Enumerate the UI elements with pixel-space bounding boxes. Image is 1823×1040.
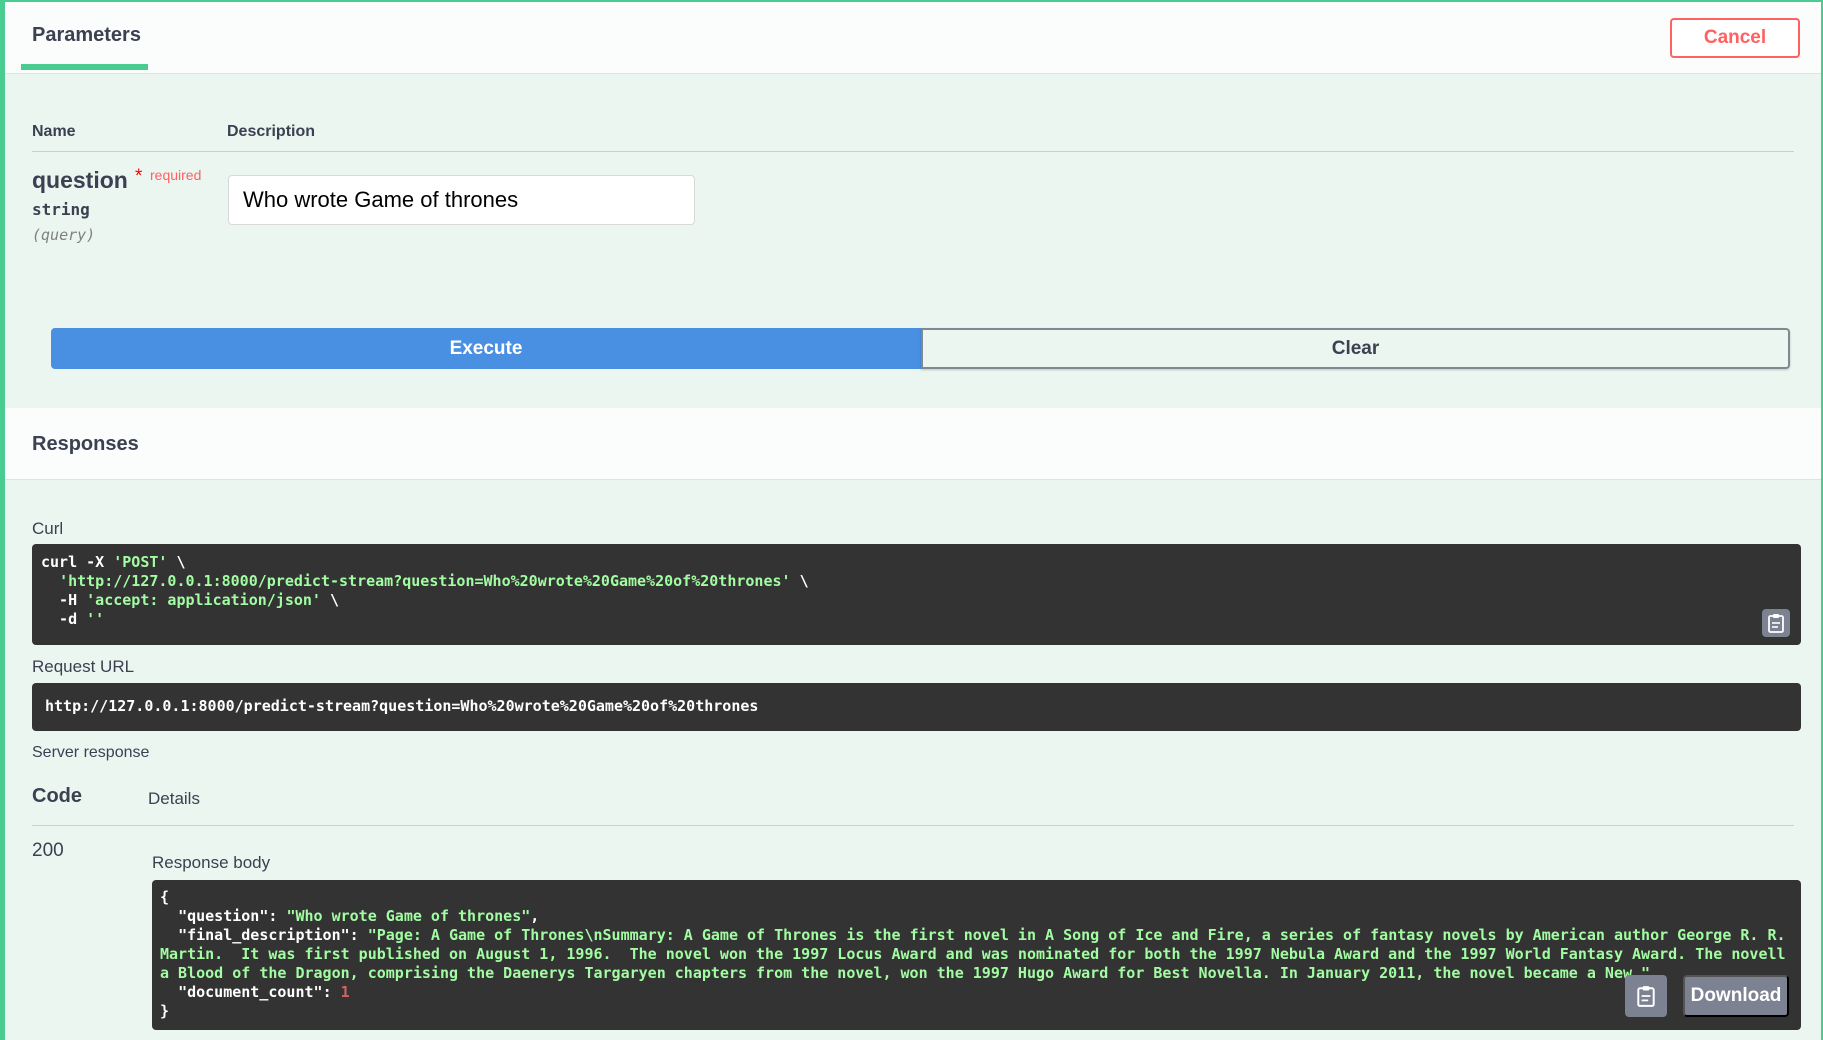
- curl-line-3: -H 'accept: application/json' \: [41, 591, 1792, 610]
- curl-line-2: 'http://127.0.0.1:8000/predict-stream?qu…: [41, 572, 1792, 591]
- execute-button[interactable]: Execute: [51, 328, 921, 369]
- tab-active-indicator: [21, 64, 148, 70]
- json-brace-open: {: [160, 888, 170, 906]
- tab-parameters[interactable]: Parameters: [32, 24, 141, 47]
- json-line-document-count: "document_count": 1: [160, 983, 350, 1001]
- json-line-final-description: "final_description": "Page: A Game of Th…: [160, 926, 1795, 982]
- curl-data-value: '': [86, 610, 105, 628]
- server-response-label: Server response: [32, 744, 150, 761]
- copy-response-button[interactable]: [1625, 975, 1667, 1017]
- json-brace-close: }: [160, 1002, 170, 1020]
- status-code: 200: [32, 840, 64, 861]
- curl-method: 'POST': [113, 553, 168, 571]
- clear-button[interactable]: Clear: [921, 328, 1790, 369]
- clipboard-icon: [1637, 986, 1655, 1007]
- curl-data-flag: -d: [41, 610, 87, 628]
- details-column-header: Details: [148, 789, 200, 808]
- curl-indent: [41, 572, 59, 590]
- response-body-label: Response body: [152, 853, 271, 872]
- curl-line-continuation: \: [320, 591, 340, 609]
- response-body-block[interactable]: { "question": "Who wrote Game of thrones…: [152, 880, 1801, 1030]
- curl-header-flag: -H: [41, 591, 87, 609]
- json-key: "question": [160, 907, 269, 925]
- json-key: "document_count": [160, 983, 323, 1001]
- clipboard-icon: [1768, 614, 1784, 633]
- param-name: question: [32, 167, 128, 193]
- responses-header: Responses: [5, 408, 1821, 480]
- required-label: required: [150, 167, 202, 183]
- required-star: *: [135, 166, 143, 187]
- json-key: "final_description": [160, 926, 350, 944]
- curl-line-continuation: \: [790, 572, 809, 590]
- parameters-header: Parameters Cancel: [5, 2, 1821, 74]
- copy-curl-button[interactable]: [1762, 609, 1790, 637]
- request-url-label: Request URL: [32, 657, 135, 676]
- curl-line-4: -d '': [41, 610, 1792, 629]
- cancel-button[interactable]: Cancel: [1670, 18, 1800, 58]
- request-url-block[interactable]: http://127.0.0.1:8000/predict-stream?que…: [32, 683, 1801, 731]
- curl-cmd-text: curl -X: [41, 553, 114, 571]
- divider: [32, 151, 1794, 152]
- curl-line-1: curl -X 'POST' \: [41, 553, 1792, 572]
- responses-title: Responses: [32, 433, 139, 455]
- curl-line-continuation: \: [167, 553, 186, 571]
- question-input[interactable]: [228, 175, 695, 225]
- json-string-value: "Who wrote Game of thrones": [286, 907, 531, 925]
- curl-header-value: 'accept: application/json': [86, 591, 321, 609]
- json-line-question: "question": "Who wrote Game of thrones",: [160, 907, 540, 925]
- download-button[interactable]: Download: [1683, 975, 1789, 1017]
- divider: [32, 825, 1794, 826]
- curl-code-block[interactable]: curl -X 'POST' \ 'http://127.0.0.1:8000/…: [32, 544, 1801, 645]
- column-header-description: Description: [227, 123, 316, 140]
- code-column-header: Code: [32, 785, 82, 807]
- curl-url: 'http://127.0.0.1:8000/predict-stream?qu…: [59, 572, 791, 590]
- param-type: string: [32, 200, 90, 219]
- column-header-name: Name: [32, 123, 76, 140]
- operation-panel: Parameters Cancel Name Description quest…: [0, 0, 1823, 1040]
- curl-label: Curl: [32, 519, 64, 538]
- param-location: (query): [32, 226, 96, 244]
- json-string-value: "Page: A Game of Thrones\nSummary: A Gam…: [160, 926, 1795, 982]
- json-number-value: 1: [340, 983, 350, 1001]
